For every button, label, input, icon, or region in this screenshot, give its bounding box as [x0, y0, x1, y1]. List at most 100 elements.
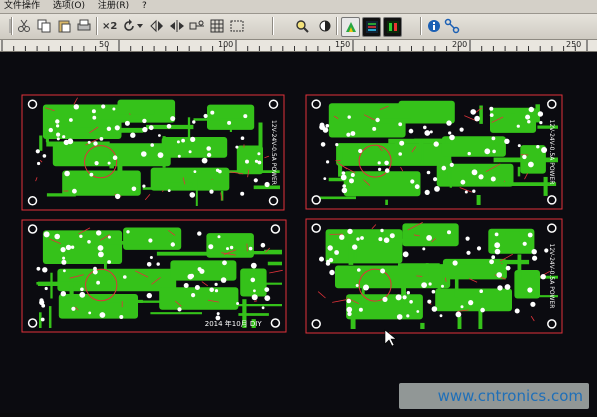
- pad: [249, 247, 253, 251]
- menu-options[interactable]: 选项(O): [49, 0, 91, 13]
- silkscreen-line: [265, 156, 270, 158]
- silkscreen-line: [202, 282, 208, 286]
- pad: [158, 152, 164, 158]
- horizontal-ruler: 50 100 150 200 250: [0, 40, 597, 52]
- pad: [115, 194, 120, 199]
- pad: [54, 234, 60, 240]
- pad: [215, 289, 218, 292]
- pad: [530, 302, 535, 307]
- silkscreen-line: [269, 270, 283, 273]
- drc-icon[interactable]: [341, 17, 360, 37]
- pcb-canvas[interactable]: 12V-24V-0.5A POWER12V-24V-0.5A POWER2014…: [0, 52, 597, 413]
- silkscreen-line: [332, 300, 346, 303]
- pad: [398, 122, 402, 126]
- silkscreen-line: [162, 191, 163, 192]
- print-icon[interactable]: [75, 17, 93, 35]
- pad: [150, 143, 154, 147]
- component-icon[interactable]: [188, 17, 206, 35]
- paste-icon[interactable]: [55, 17, 73, 35]
- pad: [206, 146, 211, 151]
- pad: [112, 108, 115, 111]
- pad: [37, 162, 40, 165]
- menu-register[interactable]: 注册(R): [94, 0, 135, 13]
- pad: [98, 252, 104, 258]
- pad: [217, 312, 220, 315]
- pcb-board-3[interactable]: 2014 年10月 DIY: [22, 220, 286, 332]
- pad: [517, 125, 520, 128]
- board-outline-icon[interactable]: [228, 17, 246, 35]
- pad: [441, 285, 444, 288]
- pad: [468, 152, 471, 155]
- pcb-board-1[interactable]: 12V-24V-0.5A POWER: [22, 95, 284, 210]
- pad: [329, 258, 333, 262]
- pad: [356, 284, 359, 287]
- pad: [538, 111, 543, 116]
- pad: [44, 231, 50, 237]
- pad: [208, 244, 213, 249]
- silkscreen-line: [36, 177, 38, 181]
- pcb-board-2[interactable]: 12V-24V-0.5A POWER: [306, 95, 562, 209]
- contrast-icon[interactable]: [316, 17, 334, 35]
- mirror-icon[interactable]: [168, 17, 186, 35]
- info-icon[interactable]: [425, 17, 443, 35]
- pad: [181, 139, 185, 143]
- mounting-hole: [548, 100, 556, 108]
- dropdown-arrow-icon[interactable]: [136, 17, 144, 35]
- pad: [92, 109, 96, 113]
- copper-pour: [240, 269, 266, 297]
- layers-view-icon[interactable]: [362, 17, 381, 37]
- copper-pour: [237, 146, 263, 175]
- toolbar: ×2: [0, 14, 597, 40]
- pad: [494, 242, 500, 248]
- magnifier-icon[interactable]: [293, 17, 311, 35]
- pad: [334, 250, 339, 255]
- pad: [416, 310, 419, 313]
- pad: [108, 236, 111, 239]
- pad: [61, 291, 66, 296]
- pad: [409, 129, 414, 134]
- pad: [422, 247, 425, 250]
- pad: [57, 137, 60, 140]
- menu-help[interactable]: ?: [138, 0, 153, 13]
- pad: [107, 127, 111, 131]
- pad: [378, 168, 381, 171]
- menu-file-ops[interactable]: 文件操作: [0, 0, 46, 13]
- pad: [178, 155, 181, 158]
- pad: [472, 190, 475, 193]
- pad: [406, 314, 409, 317]
- pad: [359, 308, 363, 312]
- pad: [539, 121, 542, 124]
- pad: [321, 142, 326, 147]
- pad: [191, 293, 195, 297]
- pad: [177, 140, 180, 143]
- ruler-label-100: 100: [218, 40, 233, 50]
- pad: [88, 312, 91, 315]
- cut-icon[interactable]: [15, 17, 33, 35]
- mounting-hole: [29, 319, 37, 327]
- pcb-board-4[interactable]: 12V-24V-0.5A POWER: [306, 219, 562, 333]
- pad: [257, 152, 260, 155]
- pad: [347, 229, 352, 234]
- board-view-icon[interactable]: [383, 17, 402, 37]
- mouse-cursor-icon: [385, 330, 396, 346]
- pad: [123, 275, 127, 279]
- flip-h-icon[interactable]: [148, 17, 166, 35]
- grid-icon[interactable]: [208, 17, 226, 35]
- copy-icon[interactable]: [35, 17, 53, 35]
- pad: [484, 148, 490, 154]
- pad: [390, 233, 395, 238]
- mounting-hole: [271, 319, 279, 327]
- mounting-hole: [548, 320, 556, 328]
- pad: [107, 260, 111, 264]
- mounting-hole: [270, 100, 278, 108]
- pcb-layout-view[interactable]: 12V-24V-0.5A POWER12V-24V-0.5A POWER2014…: [0, 52, 597, 413]
- pad: [358, 149, 362, 153]
- autoroute-icon[interactable]: [443, 17, 461, 35]
- pad: [80, 288, 84, 292]
- pad: [427, 171, 431, 175]
- pad: [87, 240, 91, 244]
- pad: [41, 318, 45, 322]
- zoom-x2-button[interactable]: ×2: [100, 17, 119, 35]
- pad: [245, 160, 249, 164]
- pad: [56, 133, 60, 137]
